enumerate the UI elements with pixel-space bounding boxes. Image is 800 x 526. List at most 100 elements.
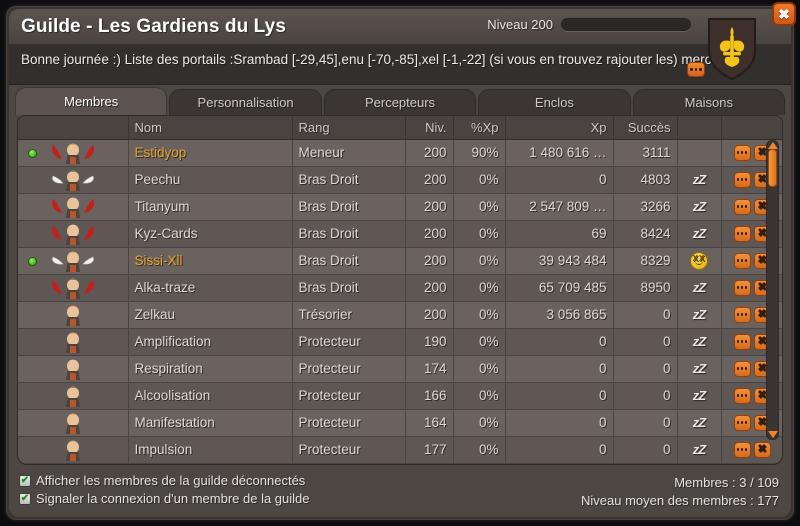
member-succes: 0 bbox=[613, 355, 678, 383]
member-avatar-cell[interactable] bbox=[18, 436, 129, 464]
member-menu-button[interactable] bbox=[733, 171, 751, 188]
option-show-disconnected[interactable]: ✔ Afficher les membres de la guilde déco… bbox=[19, 473, 310, 488]
tab-enclos[interactable]: Enclos bbox=[478, 89, 631, 115]
tab-maisons[interactable]: Maisons bbox=[632, 89, 786, 115]
member-name[interactable]: Manifestation bbox=[128, 409, 293, 437]
member-avatar-cell[interactable] bbox=[18, 220, 129, 248]
table-row[interactable]: Zelkau Trésorier 200 0% 3 056 865 0 zZ ✖ bbox=[18, 301, 782, 329]
col-avatar[interactable] bbox=[18, 116, 129, 140]
member-mood-cell: zZ bbox=[677, 193, 722, 221]
sleep-zzz-icon: zZ bbox=[692, 226, 706, 241]
member-avatar-cell[interactable] bbox=[18, 274, 129, 302]
member-name[interactable]: Alka-traze bbox=[128, 274, 293, 302]
table-row[interactable]: Estidyop Meneur 200 90% 1 480 616 … 3111 ✖ bbox=[18, 139, 782, 167]
member-avatar-cell[interactable] bbox=[18, 409, 129, 437]
member-avatar-cell[interactable] bbox=[18, 247, 129, 275]
member-menu-button[interactable] bbox=[733, 360, 751, 377]
scroll-down-caret-down-icon[interactable] bbox=[768, 431, 778, 438]
member-name[interactable]: Estidyop bbox=[128, 139, 293, 167]
member-name[interactable]: Peechu bbox=[128, 166, 293, 194]
tab-membres[interactable]: Membres bbox=[15, 87, 168, 115]
ellipsis-icon bbox=[740, 421, 744, 424]
table-row[interactable]: Amplification Protecteur 190 0% 0 0 zZ ✖ bbox=[18, 328, 782, 356]
col-xp[interactable]: Xp bbox=[505, 116, 614, 140]
ellipsis-icon bbox=[740, 259, 744, 262]
member-avatar-cell[interactable] bbox=[18, 382, 129, 410]
members-scrollbar[interactable] bbox=[766, 140, 779, 440]
member-name[interactable]: Kyz-Cards bbox=[128, 220, 293, 248]
member-menu-button[interactable] bbox=[733, 198, 751, 215]
member-menu-button[interactable] bbox=[733, 279, 751, 296]
table-row[interactable]: Peechu Bras Droit 200 0% 0 4803 zZ ✖ bbox=[18, 166, 782, 194]
member-menu-button[interactable] bbox=[733, 252, 751, 269]
member-xp: 65 709 485 bbox=[505, 274, 614, 302]
member-menu-button[interactable] bbox=[733, 144, 751, 161]
member-xp: 0 bbox=[505, 382, 614, 410]
member-menu-button[interactable] bbox=[733, 441, 751, 458]
member-level: 200 bbox=[405, 139, 454, 167]
table-row[interactable]: Sissi-XllBras Droit2000%39 943 4848329✖ bbox=[18, 247, 782, 275]
member-remove-button[interactable]: ✖ bbox=[753, 441, 771, 458]
col-pct-xp[interactable]: %Xp bbox=[453, 116, 506, 140]
member-xp: 1 480 616 … bbox=[505, 139, 614, 167]
member-rank: Bras Droit bbox=[292, 166, 406, 194]
edit-guild-message-button[interactable] bbox=[687, 62, 705, 77]
member-name[interactable]: Titanyum bbox=[128, 193, 293, 221]
member-name[interactable]: Alcoolisation bbox=[128, 382, 293, 410]
member-name[interactable]: Respiration bbox=[128, 355, 293, 383]
table-row[interactable]: Alcoolisation Protecteur 166 0% 0 0 zZ ✖ bbox=[18, 382, 782, 410]
member-menu-button[interactable] bbox=[733, 306, 751, 323]
checkbox-icon[interactable]: ✔ bbox=[19, 474, 31, 487]
member-avatar-cell[interactable] bbox=[18, 139, 129, 167]
ellipsis-icon bbox=[736, 151, 740, 154]
col-niveau[interactable]: Niv. bbox=[405, 116, 454, 140]
members-count-stat: Membres : 3 / 109 bbox=[674, 475, 779, 490]
table-row[interactable]: Manifestation Protecteur 164 0% 0 0 zZ ✖ bbox=[18, 409, 782, 437]
scrollbar-thumb[interactable] bbox=[768, 149, 777, 187]
checkbox-icon[interactable]: ✔ bbox=[19, 492, 31, 505]
member-actions-cell[interactable]: ✖ bbox=[721, 436, 782, 464]
table-row[interactable]: Titanyum Bras Droit 200 0% 2 547 809 … 3266 zZ… bbox=[18, 193, 782, 221]
col-nom[interactable]: Nom bbox=[128, 116, 293, 140]
table-row[interactable]: Respiration Protecteur 174 0% 0 0 zZ ✖ bbox=[18, 355, 782, 383]
member-avatar-cell[interactable] bbox=[18, 193, 129, 221]
col-succes[interactable]: Succès bbox=[613, 116, 678, 140]
tab-percepteurs[interactable]: Percepteurs bbox=[323, 89, 477, 115]
member-mood-cell bbox=[677, 139, 722, 167]
tab-label: Personnalisation bbox=[197, 95, 294, 110]
scroll-up-caret-up-icon[interactable] bbox=[768, 142, 778, 149]
member-name[interactable]: Sissi-Xll bbox=[128, 247, 293, 275]
member-avatar-cell[interactable] bbox=[18, 355, 129, 383]
ellipsis-icon bbox=[744, 178, 748, 181]
tab-label: Percepteurs bbox=[364, 95, 436, 110]
member-menu-button[interactable] bbox=[733, 225, 751, 242]
member-xp-percent: 0% bbox=[453, 301, 506, 329]
member-rank: Bras Droit bbox=[292, 247, 406, 275]
table-row[interactable]: Alka-traze Bras Droit 200 0% 65 709 485 8950 z… bbox=[18, 274, 782, 302]
close-window-button[interactable]: ✖ bbox=[772, 2, 796, 26]
member-level: 200 bbox=[405, 301, 454, 329]
member-name[interactable]: Amplification bbox=[128, 328, 293, 356]
ellipsis-icon bbox=[736, 340, 740, 343]
member-xp-percent: 0% bbox=[453, 166, 506, 194]
ellipsis-icon bbox=[740, 178, 744, 181]
col-rang[interactable]: Rang bbox=[292, 116, 406, 140]
member-avatar-cell[interactable] bbox=[18, 301, 129, 329]
member-name[interactable]: Zelkau bbox=[128, 301, 293, 329]
member-menu-button[interactable] bbox=[733, 387, 751, 404]
member-mood-cell: zZ bbox=[677, 166, 722, 194]
tab-personnalisation[interactable]: Personnalisation bbox=[169, 89, 322, 115]
member-menu-button[interactable] bbox=[733, 414, 751, 431]
table-row[interactable]: Kyz-Cards Bras Droit 200 0% 69 8424 zZ ✖ bbox=[18, 220, 782, 248]
option-notify-connection[interactable]: ✔ Signaler la connexion d'un membre de l… bbox=[19, 491, 310, 506]
member-menu-button[interactable] bbox=[733, 333, 751, 350]
table-row[interactable]: Impulsion Protecteur 177 0% 0 0 zZ ✖ bbox=[18, 436, 782, 464]
member-level: 177 bbox=[405, 436, 454, 464]
member-level: 164 bbox=[405, 409, 454, 437]
member-name[interactable]: Impulsion bbox=[128, 436, 293, 464]
member-avatar-cell[interactable] bbox=[18, 328, 129, 356]
tab-label: Maisons bbox=[684, 95, 734, 110]
member-avatar-cell[interactable] bbox=[18, 166, 129, 194]
members-table-body: Estidyop Meneur 200 90% 1 480 616 … 3111 ✖ Peec… bbox=[18, 139, 782, 464]
tab-bar: Membres Personnalisation Percepteurs Enc… bbox=[9, 85, 791, 115]
